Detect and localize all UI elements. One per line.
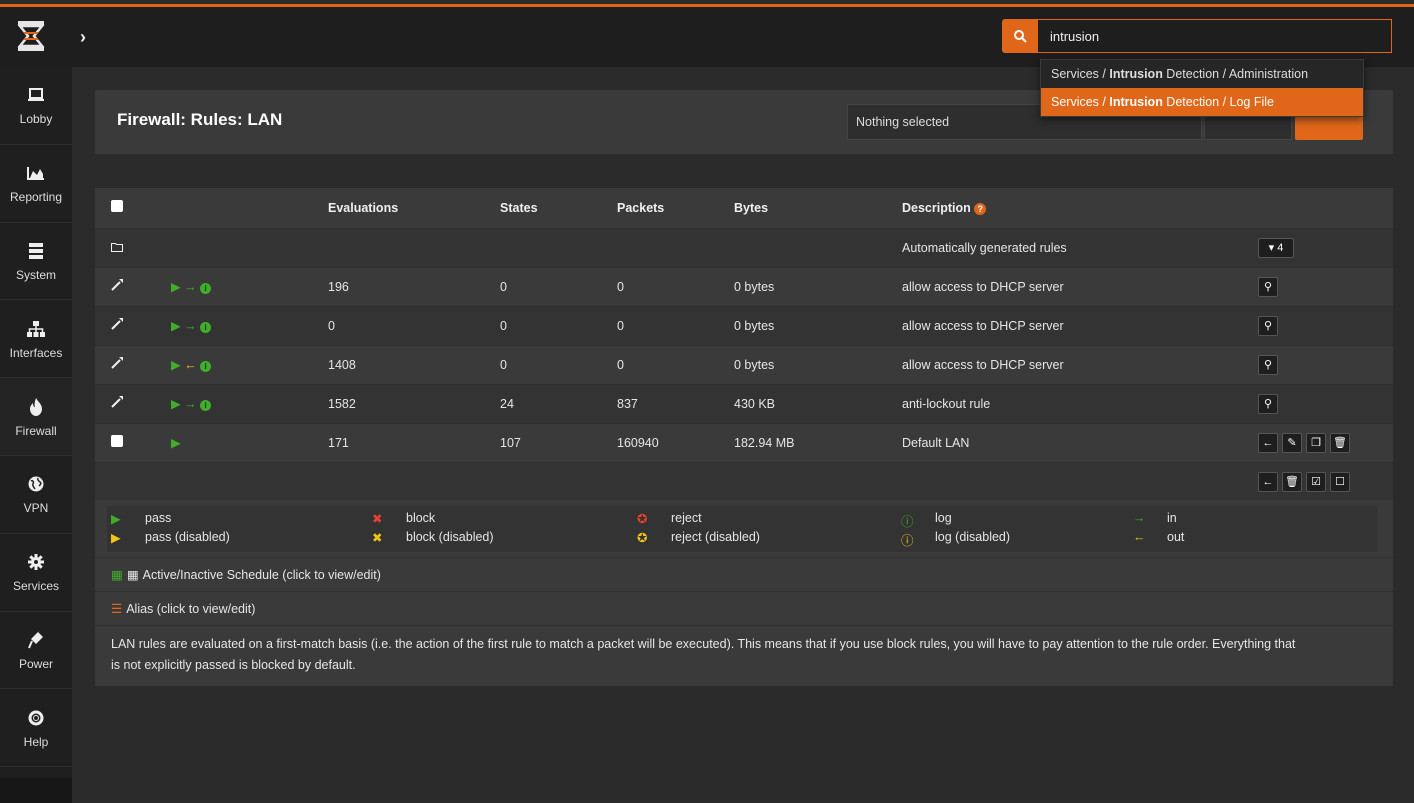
chevron-down-circle-icon: ▾ [1268, 242, 1275, 254]
table-row-auto-rules: Automatically generated rules ▾ 4 [95, 228, 1393, 268]
block-disabled-icon: ✖ [372, 531, 383, 545]
sidebar-item-reporting[interactable]: Reporting [0, 145, 72, 223]
view-rule-search-icon[interactable]: ⚲ [1258, 315, 1278, 336]
sitemap-icon [27, 318, 45, 340]
block-icon: ✖ [372, 512, 383, 526]
log-icon: ⓘ [901, 515, 914, 529]
move-rule-arrow-left-icon[interactable]: ← [1258, 432, 1278, 453]
alias-legend: ☰ Alias (click to view/edit) [95, 592, 1393, 626]
sidebar-item-help[interactable]: Help [0, 689, 72, 768]
life-ring-icon [28, 707, 44, 729]
log-icon: i [200, 283, 212, 294]
cog-icon [28, 551, 44, 573]
delete-selected-trash-icon[interactable]: 🗑 [1282, 471, 1302, 492]
rule-status-icons: ▶ → i [171, 384, 328, 424]
table-row: ▶ → i 0 0 0 0 bytes allow access to DHCP… [95, 306, 1393, 346]
plug-icon [28, 629, 44, 651]
col-bytes: Bytes [734, 188, 902, 229]
area-chart-icon [27, 162, 45, 184]
sidebar-item-firewall[interactable]: Firewall [0, 378, 72, 456]
log-icon: i [200, 322, 212, 333]
move-selected-arrow-left-icon[interactable]: ← [1258, 471, 1278, 492]
table-row-bulk-actions: ← 🗑 ☑ ☐ [95, 462, 1393, 502]
sidebar-item-interfaces[interactable]: Interfaces [0, 300, 72, 379]
table-header-row: Evaluations States Packets Bytes Descrip… [95, 188, 1393, 229]
reject-disabled-icon: ✪ [637, 531, 648, 545]
opnsense-logo-icon[interactable] [14, 19, 48, 53]
rule-status-icons: ▶ → i [171, 306, 328, 346]
sidebar-toggle-chevron-icon[interactable]: › [80, 27, 86, 48]
pass-disabled-icon: ▶ [111, 531, 121, 545]
sidebar-item-vpn[interactable]: VPN [0, 456, 72, 534]
select-all-checkbox[interactable] [111, 200, 123, 213]
table-row: ▶ ← i 1408 0 0 0 bytes allow access to D… [95, 345, 1393, 385]
sidebar-item-system[interactable]: System [0, 223, 72, 301]
dropdown-item-ids-log-file[interactable]: Services / Intrusion Detection / Log Fil… [1041, 88, 1363, 116]
reject-icon: ✪ [637, 512, 648, 526]
expand-auto-rules-button[interactable]: ▾ 4 [1258, 237, 1294, 258]
magic-wand-icon [111, 396, 123, 411]
col-states: States [500, 188, 617, 229]
log-disabled-icon: ⓘ [901, 534, 914, 548]
sidebar: Lobby Reporting System Interfaces Firewa… [0, 67, 72, 778]
schedule-legend: ▦ ▦ Active/Inactive Schedule (click to v… [95, 558, 1393, 592]
help-icon[interactable]: ? [974, 202, 987, 215]
dropdown-item-ids-administration[interactable]: Services / Intrusion Detection / Adminis… [1041, 60, 1363, 88]
table-row: ▶ → i 196 0 0 0 bytes allow access to DH… [95, 267, 1393, 307]
fire-icon [29, 396, 43, 418]
view-rule-search-icon[interactable]: ⚲ [1258, 354, 1278, 375]
rules-table-panel: Evaluations States Packets Bytes Descrip… [95, 188, 1393, 686]
row-checkbox[interactable] [111, 435, 123, 447]
magic-wand-icon [111, 318, 123, 333]
log-icon: i [200, 400, 212, 411]
auto-rules-description: Automatically generated rules [902, 228, 1258, 268]
arrow-in-icon: → [1133, 511, 1146, 525]
view-rule-search-icon[interactable]: ⚲ [1258, 393, 1278, 414]
col-evaluations: Evaluations [328, 188, 500, 229]
rule-status-icons: ▶ → i [171, 267, 328, 307]
top-header: › [0, 7, 1414, 67]
table-row-default-lan: ▶ 171 107 160940 182.94 MB Default LAN ←… [95, 423, 1393, 463]
page-title: Firewall: Rules: LAN [117, 110, 283, 129]
calendar-icon: ▦ [111, 568, 123, 582]
disable-selected-square-icon[interactable]: ☐ [1330, 471, 1350, 492]
enable-selected-check-icon[interactable]: ☑ [1306, 471, 1326, 492]
table-row: ▶ → i 1582 24 837 430 KB anti-lockout ru… [95, 384, 1393, 424]
sidebar-item-services[interactable]: Services [0, 534, 72, 612]
delete-trash-icon[interactable]: 🗑 [1330, 432, 1350, 453]
log-icon: i [200, 361, 212, 372]
clone-icon[interactable]: ❐ [1306, 432, 1326, 453]
server-icon [29, 240, 43, 262]
search-input[interactable] [1038, 19, 1392, 53]
col-packets: Packets [617, 188, 734, 229]
list-icon: ☰ [111, 602, 123, 616]
globe-icon [28, 473, 44, 495]
pass-icon: ▶ [171, 423, 328, 463]
rules-table: Evaluations States Packets Bytes Descrip… [95, 188, 1393, 502]
pass-icon: ▶ [111, 512, 121, 526]
legend: ▶ pass ▶ pass (disabled) ✖ block ✖ block (di… [95, 500, 1393, 558]
calendar-outline-icon: ▦ [126, 568, 139, 582]
arrow-out-icon: ← [1133, 530, 1146, 544]
sidebar-item-lobby[interactable]: Lobby [0, 67, 72, 145]
folder-icon[interactable] [111, 241, 123, 255]
sidebar-item-power[interactable]: Power [0, 612, 72, 690]
view-rule-search-icon[interactable]: ⚲ [1258, 276, 1278, 297]
search-icon[interactable] [1002, 19, 1038, 53]
edit-pencil-icon[interactable]: ✎ [1282, 432, 1302, 453]
search-dropdown: Services / Intrusion Detection / Adminis… [1040, 59, 1364, 117]
rules-note: LAN rules are evaluated on a first-match… [111, 637, 1296, 672]
sidebar-footer [0, 778, 72, 803]
col-description: Description ? [902, 188, 1258, 229]
rule-status-icons: ▶ ← i [171, 345, 328, 385]
magic-wand-icon [111, 279, 123, 294]
magic-wand-icon [111, 357, 123, 372]
laptop-icon [28, 84, 44, 106]
